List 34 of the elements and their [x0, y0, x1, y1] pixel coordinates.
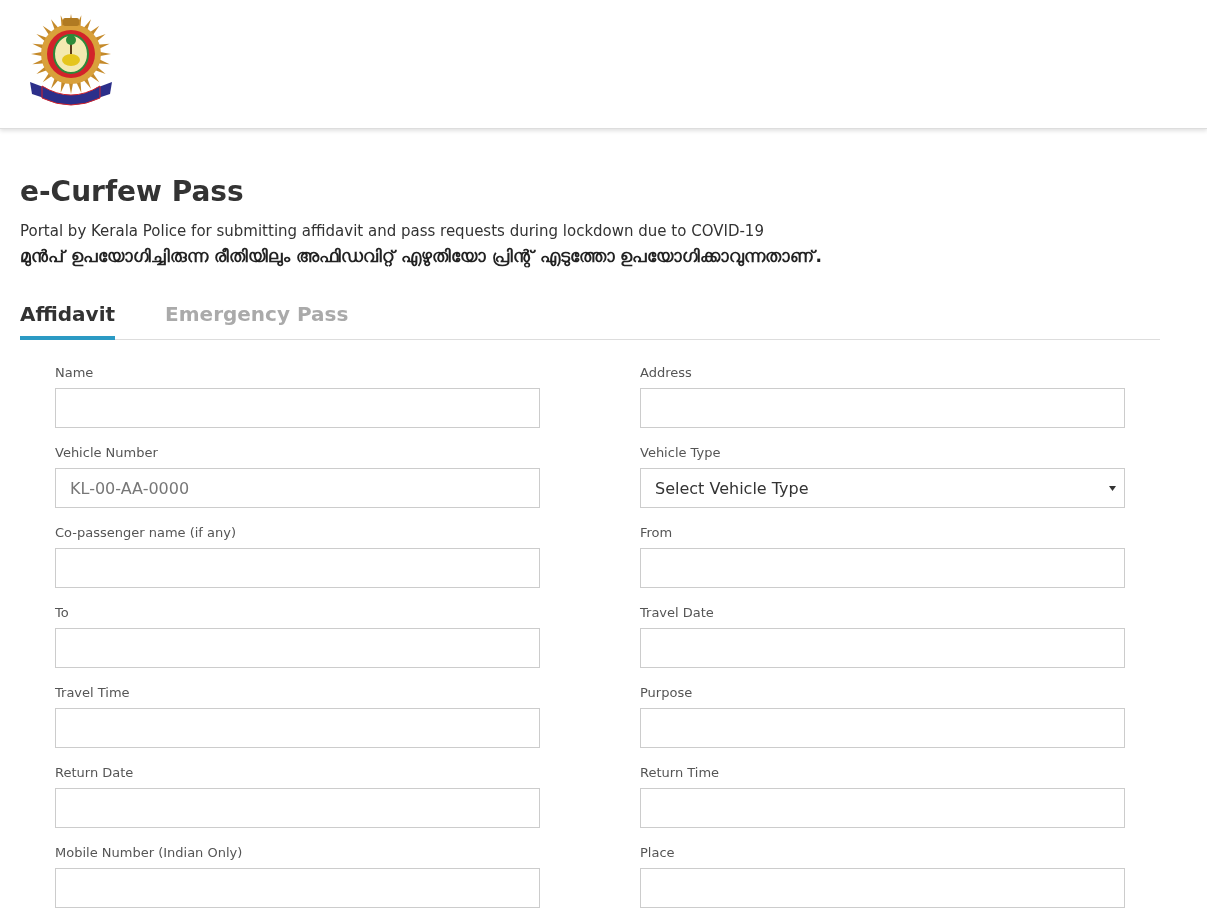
caret-icon	[1109, 485, 1116, 491]
field-label: Address	[640, 365, 693, 382]
field-label: Travel Date	[640, 605, 715, 622]
input-field[interactable]	[55, 628, 540, 668]
input-field[interactable]	[55, 388, 540, 428]
input-field[interactable]	[640, 628, 1125, 668]
field-label: Vehicle Type	[640, 445, 722, 462]
select-value: Select Vehicle Type	[655, 478, 809, 498]
notice-text: മുൻപ് ഉപയോഗിച്ചിരുന്ന രീതിയിലും അഫിഡവിറ്റ് എഴുതിയോ പ്രിന്റ് എടുത്തോ ഉപയോഗിക്കാവുന്നതാണ്.	[20, 246, 823, 266]
subtitle: Portal by Kerala Police for submitting affidavit and pass requests during lockdown due to COVID-19	[20, 222, 765, 240]
field-label: Travel Time	[55, 685, 131, 702]
input-field[interactable]	[55, 548, 540, 588]
field-label: Co-passenger name (if any)	[55, 525, 238, 542]
input-field[interactable]	[640, 388, 1125, 428]
input-field[interactable]	[640, 548, 1125, 588]
field-label: Name	[55, 365, 95, 382]
field-label: Place	[640, 845, 676, 862]
page-title: e-Curfew Pass	[20, 174, 245, 210]
field-label: Mobile Number (Indian Only)	[55, 845, 244, 862]
field-label: Vehicle Number	[55, 445, 159, 462]
input-field[interactable]	[55, 708, 540, 748]
input-field[interactable]: KL-00-AA-0000	[55, 468, 540, 508]
field-label: To	[55, 605, 70, 622]
tab[interactable]: Affidavit	[20, 296, 116, 340]
input-field[interactable]	[55, 868, 540, 908]
vehicle-type-select[interactable]: Select Vehicle Type	[640, 468, 1125, 508]
field-label: Return Date	[55, 765, 135, 782]
input-field[interactable]	[640, 868, 1125, 908]
field-label: From	[640, 525, 674, 542]
field-label: Return Time	[640, 765, 721, 782]
field-label: Purpose	[640, 685, 694, 702]
input-field[interactable]	[640, 788, 1125, 828]
input-field[interactable]	[55, 788, 540, 828]
input-field[interactable]	[640, 708, 1125, 748]
